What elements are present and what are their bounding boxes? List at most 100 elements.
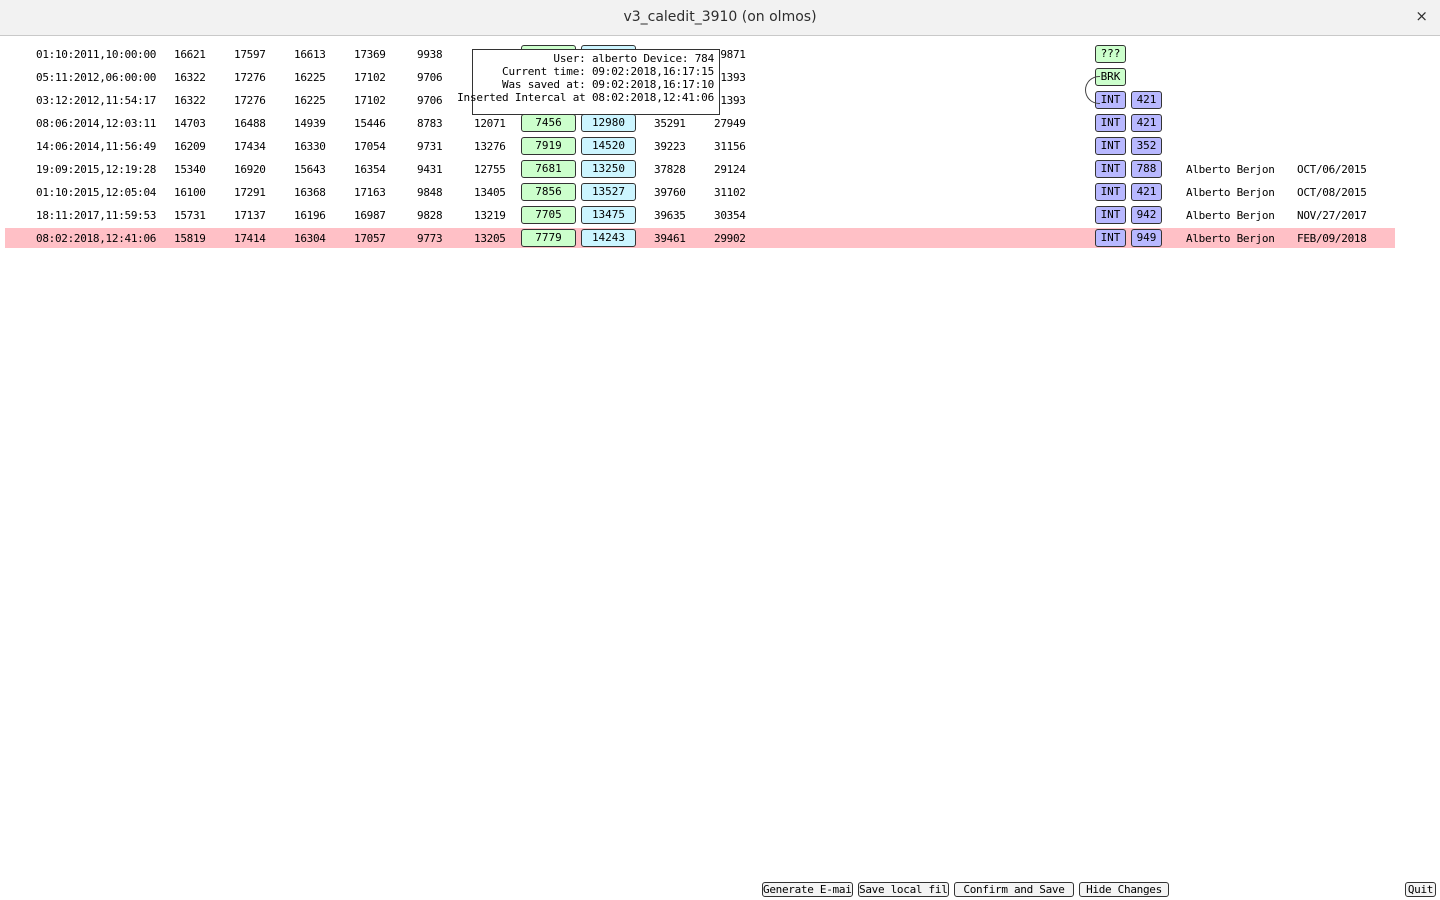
info-tooltip: User: alberto Device: 784 Current time: … xyxy=(457,49,720,115)
cell-d: 17102 xyxy=(354,94,386,107)
cell-date: 18:11:2017,11:59:53 xyxy=(36,209,157,222)
intercal-number-tag[interactable]: 421 xyxy=(1131,91,1162,109)
cell-j: 27949 xyxy=(714,117,746,130)
event-type-tag[interactable]: INT xyxy=(1095,183,1126,201)
cell-e: 9431 xyxy=(417,163,443,176)
table-row[interactable]: 08:06:2014,12:03:11 14703 16488 14939 15446 8… xyxy=(5,113,1395,133)
cell-d: 15446 xyxy=(354,117,386,130)
cell-c: 16225 xyxy=(294,71,326,84)
cell-a: 15731 xyxy=(174,209,206,222)
green-value-box[interactable]: 7779 xyxy=(521,229,576,247)
cell-date: 14:06:2014,11:56:49 xyxy=(36,140,157,153)
event-type-tag[interactable]: INT xyxy=(1095,137,1126,155)
cell-d: 17054 xyxy=(354,140,386,153)
cell-f: 13205 xyxy=(474,232,506,245)
cell-d: 16354 xyxy=(354,163,386,176)
cell-date: 19:09:2015,12:19:28 xyxy=(36,163,157,176)
cell-a: 16621 xyxy=(174,48,206,61)
intercal-number-tag[interactable]: 942 xyxy=(1131,206,1162,224)
cell-e: 8783 xyxy=(417,117,443,130)
cell-a: 16209 xyxy=(174,140,206,153)
cell-date-edited: FEB/09/2018 xyxy=(1297,232,1367,245)
intercal-number-tag[interactable]: 421 xyxy=(1131,114,1162,132)
cell-date-edited: OCT/08/2015 xyxy=(1297,186,1367,199)
table-row[interactable]: 14:06:2014,11:56:49 16209 17434 16330 17054 9… xyxy=(5,136,1395,156)
blue-value-box[interactable]: 13475 xyxy=(581,206,636,224)
cell-j: 31156 xyxy=(714,140,746,153)
green-value-box[interactable]: 7705 xyxy=(521,206,576,224)
cell-d: 17369 xyxy=(354,48,386,61)
intercal-number-tag[interactable]: 949 xyxy=(1131,229,1162,247)
tooltip-inserted-at: Inserted Intercal at 08:02:2018,12:41:06 xyxy=(457,91,714,104)
blue-value-box[interactable]: 14243 xyxy=(581,229,636,247)
cell-d: 17102 xyxy=(354,71,386,84)
cell-c: 14939 xyxy=(294,117,326,130)
cell-date: 08:06:2014,12:03:11 xyxy=(36,117,157,130)
green-value-box[interactable]: 7919 xyxy=(521,137,576,155)
cell-e: 9706 xyxy=(417,94,443,107)
cell-user: Alberto Berjon xyxy=(1186,232,1275,245)
cell-i: 39635 xyxy=(654,209,686,222)
generate-email-button[interactable]: Generate E-mail xyxy=(762,882,853,897)
cell-date: 05:11:2012,06:00:00 xyxy=(36,71,157,84)
cell-i: 39760 xyxy=(654,186,686,199)
green-value-box[interactable]: 7681 xyxy=(521,160,576,178)
table-row[interactable]: 18:11:2017,11:59:53 15731 17137 16196 16987 9… xyxy=(5,205,1395,225)
event-type-tag[interactable]: ??? xyxy=(1095,45,1126,63)
cell-b: 17291 xyxy=(234,186,266,199)
cell-i: 37828 xyxy=(654,163,686,176)
blue-value-box[interactable]: 12980 xyxy=(581,114,636,132)
blue-value-box[interactable]: 13527 xyxy=(581,183,636,201)
cell-j: 29902 xyxy=(714,232,746,245)
cell-j: 30354 xyxy=(714,209,746,222)
table-row[interactable]: 01:10:2015,12:05:04 16100 17291 16368 17163 9… xyxy=(5,182,1395,202)
intercal-number-tag[interactable]: 421 xyxy=(1131,183,1162,201)
cell-b: 17276 xyxy=(234,94,266,107)
blue-value-box[interactable]: 13250 xyxy=(581,160,636,178)
cell-e: 9828 xyxy=(417,209,443,222)
cell-f: 12071 xyxy=(474,117,506,130)
cell-date-edited: OCT/06/2015 xyxy=(1297,163,1367,176)
cell-c: 15643 xyxy=(294,163,326,176)
cell-f: 13276 xyxy=(474,140,506,153)
cell-user: Alberto Berjon xyxy=(1186,209,1275,222)
close-icon[interactable]: × xyxy=(1415,7,1428,25)
calibration-table: 01:10:2011,10:00:00 16621 17597 16613 17369 9… xyxy=(0,36,1440,900)
blue-value-box[interactable]: 14520 xyxy=(581,137,636,155)
cell-a: 15340 xyxy=(174,163,206,176)
cell-f: 13219 xyxy=(474,209,506,222)
quit-button[interactable]: Quit xyxy=(1405,882,1436,897)
event-type-tag[interactable]: INT xyxy=(1095,229,1126,247)
cell-e: 9773 xyxy=(417,232,443,245)
cell-b: 17276 xyxy=(234,71,266,84)
cell-i: 39461 xyxy=(654,232,686,245)
save-local-file-button[interactable]: Save local file xyxy=(858,882,949,897)
event-type-tag[interactable]: INT xyxy=(1095,206,1126,224)
cell-e: 9848 xyxy=(417,186,443,199)
title-bar: v3_caledit_3910 (on olmos) × xyxy=(0,0,1440,36)
cell-a: 16322 xyxy=(174,71,206,84)
green-value-box[interactable]: 7856 xyxy=(521,183,576,201)
confirm-and-save-button[interactable]: Confirm and Save xyxy=(954,882,1074,897)
tooltip-current-time: Current time: 09:02:2018,16:17:15 xyxy=(502,65,714,78)
cell-date: 08:02:2018,12:41:06 xyxy=(36,232,157,245)
cell-f: 13405 xyxy=(474,186,506,199)
cell-c: 16196 xyxy=(294,209,326,222)
table-row[interactable]: 19:09:2015,12:19:28 15340 16920 15643 16354 9… xyxy=(5,159,1395,179)
cell-b: 17597 xyxy=(234,48,266,61)
cell-c: 16225 xyxy=(294,94,326,107)
cell-j: 31102 xyxy=(714,186,746,199)
table-row[interactable]: 08:02:2018,12:41:06 15819 17414 16304 17057 9… xyxy=(5,228,1395,248)
event-type-tag[interactable]: INT xyxy=(1095,114,1126,132)
cell-e: 9731 xyxy=(417,140,443,153)
event-type-tag[interactable]: INT xyxy=(1095,160,1126,178)
cell-c: 16330 xyxy=(294,140,326,153)
intercal-number-tag[interactable]: 788 xyxy=(1131,160,1162,178)
cell-e: 9706 xyxy=(417,71,443,84)
cell-date-edited: NOV/27/2017 xyxy=(1297,209,1367,222)
hide-changes-button[interactable]: Hide Changes xyxy=(1079,882,1169,897)
green-value-box[interactable]: 7456 xyxy=(521,114,576,132)
cell-date: 01:10:2015,12:05:04 xyxy=(36,186,157,199)
cell-c: 16304 xyxy=(294,232,326,245)
intercal-number-tag[interactable]: 352 xyxy=(1131,137,1162,155)
